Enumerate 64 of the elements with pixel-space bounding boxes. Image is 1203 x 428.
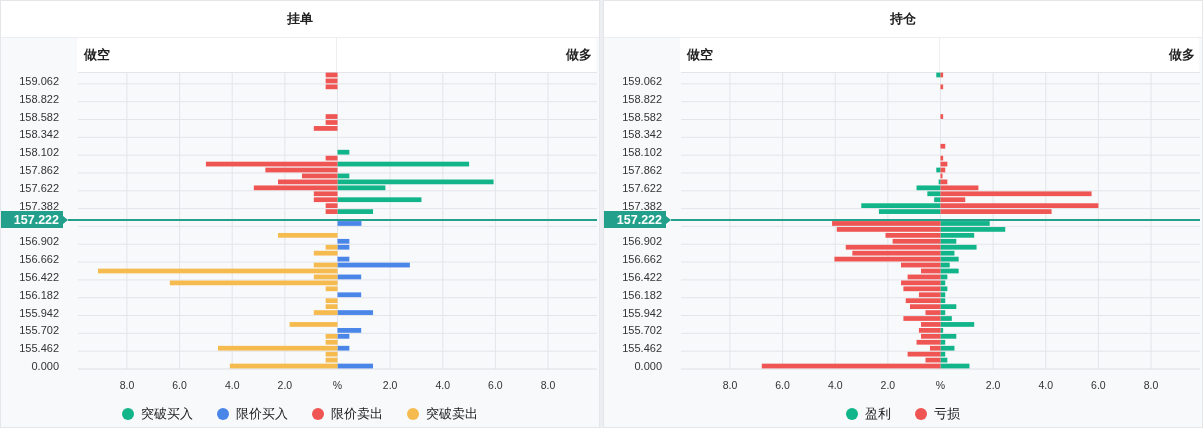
axis-label: 157.382 bbox=[19, 199, 59, 212]
axis-label: % bbox=[332, 379, 343, 391]
axis-label: 4.0 bbox=[1038, 379, 1054, 391]
axis-label: 4.0 bbox=[224, 379, 240, 391]
axis-label: 158.342 bbox=[19, 128, 59, 141]
axis-label: 158.582 bbox=[19, 110, 59, 123]
side-label: 做多 bbox=[1169, 46, 1195, 64]
panel-title: 持仓 bbox=[604, 1, 1202, 38]
legend-label[interactable]: 盈利 bbox=[865, 405, 891, 423]
axis-label: 6.0 bbox=[488, 379, 503, 391]
axis-label: 156.902 bbox=[622, 235, 662, 248]
legend-label[interactable]: 突破卖出 bbox=[426, 405, 478, 423]
axis-label: 0.000 bbox=[634, 360, 662, 373]
axis-label: 156.422 bbox=[19, 270, 59, 283]
axis-label: 157.382 bbox=[622, 199, 662, 212]
axis-label: 6.0 bbox=[172, 379, 187, 391]
side-label: 做空 bbox=[84, 46, 110, 64]
axis-label: 157.622 bbox=[19, 181, 59, 194]
legend-label[interactable]: 限价买入 bbox=[236, 405, 288, 423]
axis-label: 159.062 bbox=[622, 74, 662, 87]
axis-label: 8.0 bbox=[119, 379, 135, 391]
legend-label[interactable]: 突破买入 bbox=[141, 405, 193, 423]
axis-label: 8.0 bbox=[540, 379, 556, 391]
axis-label: 158.102 bbox=[622, 146, 662, 159]
axis-label: 157.862 bbox=[19, 164, 59, 176]
axis-label: 155.462 bbox=[622, 342, 662, 355]
axis-label: 8.0 bbox=[1143, 379, 1159, 391]
panel-title: 挂单 bbox=[1, 1, 599, 38]
axis-label: 6.0 bbox=[1091, 379, 1106, 391]
axis-label: 155.942 bbox=[19, 306, 59, 319]
current-price-tag: 157.222 bbox=[1, 211, 68, 228]
axis-label: 157.862 bbox=[622, 164, 662, 176]
current-price-tag: 157.222 bbox=[604, 211, 671, 228]
axis-label: 155.702 bbox=[622, 324, 662, 337]
axis-label: 158.822 bbox=[19, 92, 59, 105]
axis-label: 155.942 bbox=[622, 306, 662, 319]
axis-label: 155.462 bbox=[19, 342, 59, 355]
axis-label: 158.822 bbox=[622, 92, 662, 105]
axis-label: 156.662 bbox=[19, 253, 59, 266]
axis-label: 156.902 bbox=[19, 235, 59, 248]
axis-label: 156.422 bbox=[622, 270, 662, 283]
axis-label: 2.0 bbox=[382, 379, 398, 391]
legend-label[interactable]: 亏损 bbox=[934, 405, 960, 423]
side-label: 做空 bbox=[687, 46, 713, 64]
axis-label: 159.062 bbox=[19, 74, 59, 87]
axis-label: 156.662 bbox=[622, 253, 662, 266]
axis-label: 4.0 bbox=[435, 379, 451, 391]
axis-label: 158.342 bbox=[622, 128, 662, 141]
axis-label: 156.182 bbox=[19, 288, 59, 301]
side-label: 做多 bbox=[566, 46, 592, 64]
legend-label[interactable]: 限价卖出 bbox=[331, 405, 383, 423]
axis-label: 158.102 bbox=[19, 146, 59, 159]
axis-label: 2.0 bbox=[880, 379, 896, 391]
axis-label: 2.0 bbox=[277, 379, 293, 391]
axis-label: 157.622 bbox=[622, 181, 662, 194]
axis-label: 156.182 bbox=[622, 288, 662, 301]
axis-label: 8.0 bbox=[722, 379, 738, 391]
axis-label: 0.000 bbox=[31, 360, 59, 373]
axis-label: 4.0 bbox=[827, 379, 843, 391]
axis-label: 2.0 bbox=[985, 379, 1001, 391]
axis-label: 158.582 bbox=[622, 110, 662, 123]
axis-label: 155.702 bbox=[19, 324, 59, 337]
axis-label: 6.0 bbox=[775, 379, 790, 391]
axis-label: % bbox=[935, 379, 946, 391]
